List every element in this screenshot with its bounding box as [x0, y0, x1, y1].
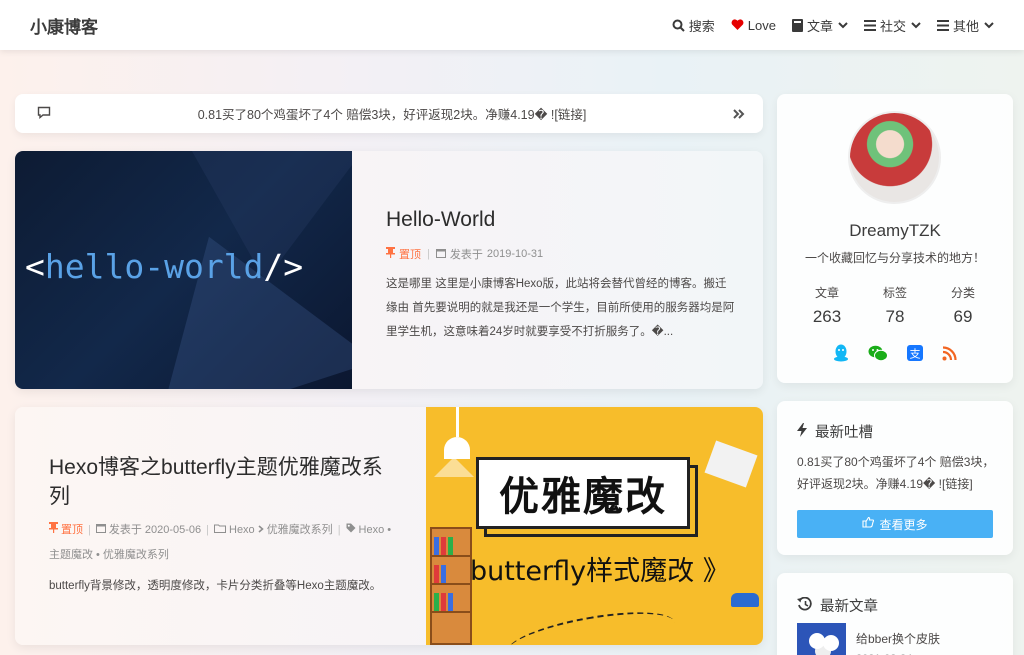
tag-icon: [346, 519, 356, 541]
date-label: 发表于: [108, 524, 142, 536]
post-cover[interactable]: 优雅魔改 butterfly样式魔改 》: [426, 407, 763, 645]
latest-talk-card: 最新吐槽 0.81买了80个鸡蛋坏了4个 赔偿3块，好评返现2块。净赚4.19�…: [777, 401, 1013, 555]
nav-love[interactable]: Love: [731, 18, 776, 33]
nav-other[interactable]: 其他: [936, 16, 994, 35]
sticky-label: 置顶: [61, 524, 83, 536]
card-heading: 最新文章: [797, 595, 878, 616]
dot-separator: •: [96, 549, 100, 561]
double-chevron-right-icon[interactable]: [733, 106, 745, 122]
folder-icon: [214, 519, 226, 541]
pin-icon: [386, 247, 395, 261]
svg-text:支: 支: [910, 348, 921, 361]
stat-value: 69: [953, 307, 973, 326]
nav-love-label: Love: [747, 17, 776, 33]
calendar-icon: [435, 248, 446, 261]
history-icon: [797, 596, 812, 615]
view-more-label: 查看更多: [879, 517, 928, 532]
site-title[interactable]: 小康博客: [30, 13, 98, 38]
tag-link[interactable]: Hexo: [359, 519, 385, 541]
talk-text: 0.81买了80个鸡蛋坏了4个 赔偿3块，好评返现2块。净赚4.19� ![链接…: [797, 455, 995, 491]
cover-title: 优雅魔改: [476, 457, 690, 529]
top-navbar: 小康博客 搜索 Love 文章 社交 其他: [0, 0, 1024, 50]
nav-other-label: 其他: [952, 18, 979, 34]
author-description: 一个收藏回忆与分享技术的地方！: [804, 251, 985, 265]
talk-heading: 最新吐槽: [815, 425, 873, 441]
stat-categories[interactable]: 分类 69: [933, 284, 993, 327]
stat-label: 文章: [814, 286, 839, 300]
search-icon: [672, 19, 685, 32]
alipay-icon[interactable]: 支: [907, 345, 923, 366]
list-icon: [863, 19, 876, 31]
recent-post-thumbnail[interactable]: [797, 623, 846, 655]
tag-link[interactable]: 主题魔改: [49, 544, 93, 566]
list-icon: [936, 19, 949, 31]
stat-value: 263: [812, 307, 842, 326]
author-name: DreamyTZK: [849, 221, 941, 240]
cover-subtitle: butterfly样式魔改 》: [470, 556, 730, 587]
post-info: Hello-World 置顶 | 发表于 2019-10-31 这是哪里 这里是…: [386, 205, 736, 344]
avatar[interactable]: [848, 111, 941, 204]
date-label: 发表于: [449, 249, 483, 261]
author-stats: 文章 263 标签 78 分类 69: [797, 284, 993, 327]
stat-tags[interactable]: 标签 78: [865, 284, 925, 327]
nav-search-label: 搜索: [688, 18, 715, 34]
nav-social-label: 社交: [879, 18, 906, 34]
recent-post-item[interactable]: 给bber换个皮肤 2021-03-24: [797, 623, 940, 655]
post-cover[interactable]: <hello-world/>: [15, 151, 352, 389]
heart-icon: [731, 19, 744, 31]
post-title[interactable]: Hello-World: [386, 205, 736, 234]
view-more-button[interactable]: 查看更多: [797, 510, 993, 538]
sticky-label: 置顶: [399, 249, 421, 261]
stat-label: 标签: [882, 286, 907, 300]
post-title[interactable]: Hexo博客之butterfly主题优雅魔改系列: [49, 453, 394, 511]
chevron-down-icon: [838, 21, 848, 29]
rss-icon[interactable]: [942, 345, 957, 366]
notice-bar[interactable]: 0.81买了80个鸡蛋坏了4个 赔偿3块，好评返现2块。净赚4.19� ![链接…: [15, 94, 763, 133]
chevron-down-icon: [984, 21, 994, 29]
nav-articles[interactable]: 文章: [791, 16, 848, 35]
post-meta: 置顶 | 发表于 2020-05-06 | Hexo 优雅魔改系列 | Hexo…: [49, 519, 394, 566]
stat-label: 分类: [950, 286, 975, 300]
stat-articles[interactable]: 文章 263: [797, 284, 857, 327]
nav-search[interactable]: 搜索: [672, 16, 715, 35]
chevron-down-icon: [911, 21, 921, 29]
dot-separator: •: [387, 524, 392, 536]
book-icon: [791, 18, 803, 32]
nav-social[interactable]: 社交: [863, 16, 921, 35]
author-card: DreamyTZK 一个收藏回忆与分享技术的地方！ 文章 263 标签 78 分…: [777, 94, 1013, 383]
post-card: <hello-world/> Hello-World 置顶 | 发表于 2019…: [15, 151, 763, 389]
post-meta: 置顶 | 发表于 2019-10-31: [386, 246, 736, 262]
chevron-right-icon: [258, 519, 264, 541]
recent-heading: 最新文章: [820, 599, 878, 615]
post-date: 2020-05-06: [144, 524, 202, 536]
cover-hello-world-text: <hello-world/>: [25, 247, 304, 286]
bookshelf-illustration: [430, 527, 472, 645]
nav-menus: 搜索 Love 文章 社交 其他: [672, 16, 994, 35]
category-link[interactable]: 优雅魔改系列: [267, 519, 333, 541]
hand-point-icon: [862, 516, 875, 531]
pin-icon: [49, 519, 58, 541]
nav-articles-label: 文章: [806, 18, 833, 34]
tag-link[interactable]: 优雅魔改系列: [103, 544, 169, 566]
post-card: Hexo博客之butterfly主题优雅魔改系列 置顶 | 发表于 2020-0…: [15, 407, 763, 645]
stat-value: 78: [885, 307, 905, 326]
recent-posts-card: 最新文章 给bber换个皮肤 2021-03-24: [777, 573, 1013, 655]
notice-text: 0.81买了80个鸡蛋坏了4个 赔偿3块，好评返现2块。净赚4.19� ![链接…: [197, 108, 587, 122]
bolt-icon: [797, 422, 807, 441]
social-icons: 支: [833, 344, 957, 367]
post-info: Hexo博客之butterfly主题优雅魔改系列 置顶 | 发表于 2020-0…: [49, 453, 394, 598]
comment-icon: [37, 106, 51, 122]
calendar-icon: [95, 519, 106, 541]
post-excerpt: 这是哪里 这里是小康博客Hexo版，此站将会替代曾经的博客。搬迁缘由 首先要说明…: [386, 278, 735, 338]
post-excerpt: butterfly背景修改，透明度修改，卡片分类折叠等Hexo主题魔改。: [49, 580, 382, 592]
category-link[interactable]: Hexo: [229, 519, 255, 541]
card-heading: 最新吐槽: [797, 421, 873, 442]
recent-post-title[interactable]: 给bber换个皮肤: [856, 630, 940, 647]
post-date: 2019-10-31: [486, 248, 544, 260]
wechat-icon[interactable]: [868, 345, 888, 367]
qq-icon[interactable]: [833, 344, 849, 367]
